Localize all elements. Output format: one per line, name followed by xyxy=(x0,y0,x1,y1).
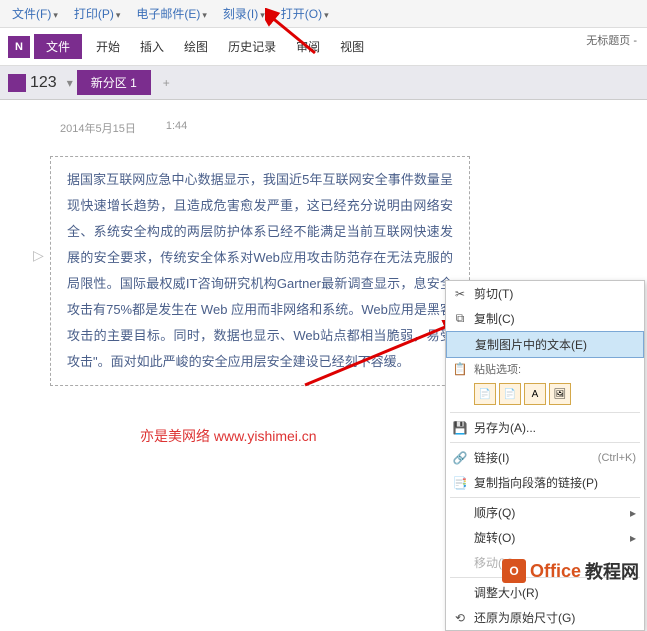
add-section-button[interactable]: + xyxy=(155,72,178,94)
save-icon: 💾 xyxy=(452,420,468,436)
ctx-order[interactable]: 顺序(Q) ▸ xyxy=(446,500,644,525)
tab-view[interactable]: 视图 xyxy=(330,34,374,59)
ctx-restore-size[interactable]: ⟲ 还原为原始尺寸(G) xyxy=(446,605,644,630)
onenote-app-icon: N xyxy=(8,36,30,58)
ctx-copy[interactable]: ⧉ 复制(C) xyxy=(446,306,644,331)
scissors-icon: ✂ xyxy=(452,286,468,302)
restore-icon: ⟲ xyxy=(452,610,468,626)
explorer-top-menu: 文件(F) 打印(P) 电子邮件(E) 刻录(I) 打开(O) xyxy=(0,0,647,28)
paste-icon: 📋 xyxy=(452,361,468,377)
content-container[interactable]: ▷ 据国家互联网应急中心数据显示，我国近5年互联网安全事件数量呈现快速增长趋势，… xyxy=(50,156,470,386)
paste-option-3[interactable]: A xyxy=(524,383,546,405)
tab-history[interactable]: 历史记录 xyxy=(218,34,286,59)
notebook-icon[interactable] xyxy=(8,74,26,92)
ctx-copy-text-from-image[interactable]: 复制图片中的文本(E) xyxy=(446,331,644,358)
document-link-icon: 📑 xyxy=(452,475,468,491)
page-time: 1:44 xyxy=(166,120,187,136)
tab-insert[interactable]: 插入 xyxy=(130,34,174,59)
window-title: 无标题页 - xyxy=(586,32,637,48)
page-date: 2014年5月15日 xyxy=(60,120,136,136)
menu-email[interactable]: 电子邮件(E) xyxy=(130,3,213,24)
paste-option-2[interactable]: 📄 xyxy=(499,383,521,405)
submenu-arrow-icon: ▸ xyxy=(630,506,636,520)
copy-icon: ⧉ xyxy=(452,311,468,327)
footer-brand: O Office 教程网 xyxy=(502,558,639,584)
section-tab[interactable]: 新分区 1 xyxy=(77,70,151,95)
ribbon: N 文件 开始 插入 绘图 历史记录 审阅 视图 无标题页 - xyxy=(0,28,647,66)
ctx-link[interactable]: 🔗 链接(I) (Ctrl+K) xyxy=(446,445,644,470)
ocr-text-content: 据国家互联网应急中心数据显示，我国近5年互联网安全事件数量呈现快速增长趋势，且造… xyxy=(67,167,453,375)
ctx-paste-label: 📋 粘贴选项: xyxy=(446,358,644,380)
menu-open[interactable]: 打开(O) xyxy=(275,3,335,24)
ctx-cut[interactable]: ✂ 剪切(T) xyxy=(446,281,644,306)
submenu-arrow-icon: ▸ xyxy=(630,531,636,545)
ctx-rotate[interactable]: 旋转(O) ▸ xyxy=(446,525,644,550)
file-tab[interactable]: 文件 xyxy=(34,34,82,59)
ctx-save-as[interactable]: 💾 另存为(A)... xyxy=(446,415,644,440)
section-bar: 123 ▾ 新分区 1 + xyxy=(0,66,647,100)
menu-print[interactable]: 打印(P) xyxy=(68,3,127,24)
ctx-copy-paragraph-link[interactable]: 📑 复制指向段落的链接(P) xyxy=(446,470,644,495)
paste-option-1[interactable]: 📄 xyxy=(474,383,496,405)
notebook-name[interactable]: 123 xyxy=(30,74,57,92)
paste-options-row: 📄 📄 A 🖼 xyxy=(446,380,644,410)
paste-option-4[interactable]: 🖼 xyxy=(549,383,571,405)
menu-file[interactable]: 文件(F) xyxy=(6,3,64,24)
tab-home[interactable]: 开始 xyxy=(86,34,130,59)
brand-text-1: Office xyxy=(530,561,581,582)
brand-text-2: 教程网 xyxy=(585,558,639,584)
office-logo-icon: O xyxy=(502,559,526,583)
notebook-dropdown-icon[interactable]: ▾ xyxy=(67,76,73,90)
paragraph-marker-icon: ▷ xyxy=(33,247,44,264)
link-icon: 🔗 xyxy=(452,450,468,466)
tab-draw[interactable]: 绘图 xyxy=(174,34,218,59)
menu-burn[interactable]: 刻录(I) xyxy=(217,3,271,24)
tab-review[interactable]: 审阅 xyxy=(286,34,330,59)
